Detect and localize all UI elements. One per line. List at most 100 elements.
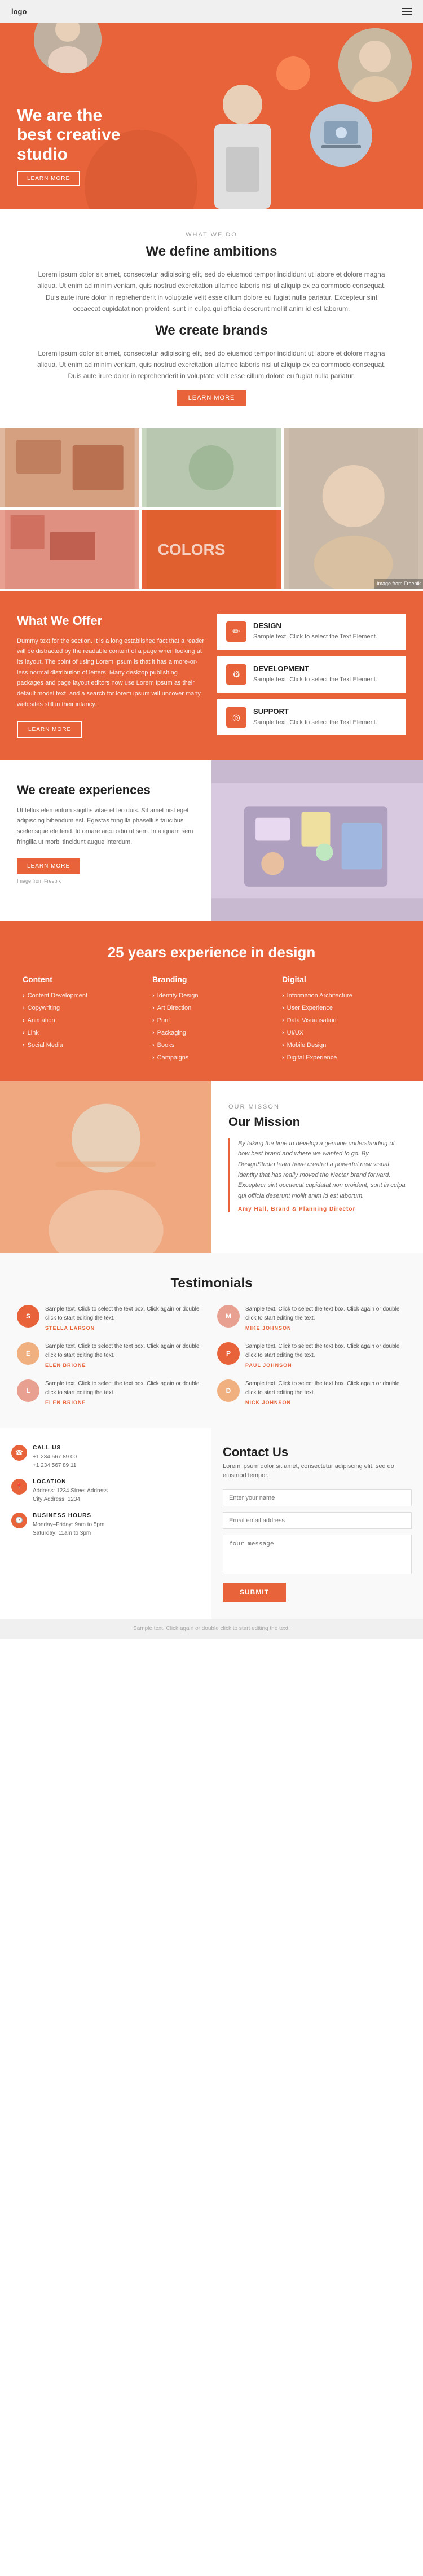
phone-icon: ☎	[11, 1445, 27, 1461]
mission-quote: By taking the time to develop a genuine …	[228, 1138, 406, 1212]
offer-card-design: ✏ DESIGN Sample text. Click to select th…	[217, 614, 406, 650]
content-item-1: Content Development	[23, 989, 141, 1002]
testimonial-item-1: S Sample text. Click to select the text …	[17, 1305, 206, 1331]
testimonial-item-3: E Sample text. Click to select the text …	[17, 1342, 206, 1368]
digital-item-1: Information Architecture	[282, 989, 400, 1002]
experience-title: We create experiences	[17, 783, 195, 798]
mission-quote-text: By taking the time to develop a genuine …	[238, 1138, 406, 1202]
what-we-do-section: WHAT WE DO We define ambitions Lorem ips…	[0, 209, 423, 428]
testimonial-content-3: Sample text. Click to select the text bo…	[45, 1342, 206, 1368]
testimonial-text-3: Sample text. Click to select the text bo…	[45, 1342, 206, 1360]
experience-learn-more-button[interactable]: LEARN MORE	[17, 858, 80, 874]
gallery-caption: Image from Freepik	[374, 579, 423, 589]
call-us-text: +1 234 567 89 00+1 234 567 89 11	[33, 1453, 77, 1470]
mission-quote-author: Amy Hall, Brand & Planning Director	[238, 1206, 406, 1212]
development-icon: ⚙	[226, 664, 246, 685]
years-content-col: Content Content Development Copywriting …	[23, 975, 141, 1064]
location-title: LOCATION	[33, 1479, 108, 1485]
digital-item-2: User Experience	[282, 1002, 400, 1014]
mission-content: Our Misson Our Mission By taking the tim…	[211, 1081, 423, 1253]
what-we-do-label: WHAT WE DO	[34, 231, 389, 238]
mission-label: Our Misson	[228, 1103, 406, 1110]
offer-card-support-content: SUPPORT Sample text. Click to select the…	[253, 707, 377, 728]
testimonial-name-4: PAUL JOHNSON	[245, 1363, 406, 1368]
support-text: Sample text. Click to select the Text El…	[253, 718, 377, 728]
testimonial-text-6: Sample text. Click to select the text bo…	[245, 1379, 406, 1397]
years-grid: Content Content Development Copywriting …	[23, 975, 400, 1064]
branding-item-5: Books	[152, 1039, 271, 1052]
contact-hours-content: BUSINESS HOURS Monday–Friday: 9am to 5pm…	[33, 1513, 104, 1537]
menu-icon[interactable]	[402, 8, 412, 15]
branding-item-2: Art Direction	[152, 1002, 271, 1014]
testimonial-name-5: ELEN BRIONE	[45, 1400, 206, 1405]
create-brands-text: Lorem ipsum dolor sit amet, consectetur …	[34, 348, 389, 382]
hours-text: Monday–Friday: 9am to 5pmSaturday: 11am …	[33, 1521, 104, 1537]
gallery-item-3: Image from Freepik	[284, 428, 423, 589]
content-item-4: Link	[23, 1027, 141, 1039]
testimonial-avatar-5: L	[17, 1379, 39, 1402]
support-title: SUPPORT	[253, 707, 377, 716]
design-title: DESIGN	[253, 621, 377, 630]
hero-person-3	[310, 104, 372, 167]
testimonial-item-5: L Sample text. Click to select the text …	[17, 1379, 206, 1405]
testimonial-content-1: Sample text. Click to select the text bo…	[45, 1305, 206, 1331]
experience-caption: Image from Freepik	[17, 878, 195, 884]
gallery-item-2	[142, 428, 281, 507]
hours-title: BUSINESS HOURS	[33, 1513, 104, 1519]
testimonials-grid: S Sample text. Click to select the text …	[17, 1305, 406, 1405]
testimonial-content-2: Sample text. Click to select the text bo…	[245, 1305, 406, 1331]
footer-note: Sample text. Click again or double click…	[0, 1619, 423, 1639]
contact-message-input[interactable]	[223, 1535, 412, 1574]
contact-submit-button[interactable]: SUBMIT	[223, 1583, 286, 1602]
years-digital-col: Digital Information Architecture User Ex…	[282, 975, 400, 1064]
testimonial-avatar-3: E	[17, 1342, 39, 1365]
offer-text: Dummy text for the section. It is a long…	[17, 636, 206, 710]
years-branding-col: Branding Identity Design Art Direction P…	[152, 975, 271, 1064]
offer-cards: ✏ DESIGN Sample text. Click to select th…	[217, 614, 406, 738]
testimonial-content-5: Sample text. Click to select the text bo…	[45, 1379, 206, 1405]
contact-form-title: Contact Us	[223, 1445, 412, 1460]
contact-email-input[interactable]	[223, 1512, 412, 1529]
offer-title: What We Offer	[17, 614, 206, 628]
offer-learn-more-button[interactable]: LEARN MORE	[17, 721, 82, 738]
branding-item-6: Campaigns	[152, 1052, 271, 1064]
contact-location-item: 📍 LOCATION Address: 1234 Street AddressC…	[11, 1479, 200, 1504]
testimonial-text-1: Sample text. Click to select the text bo…	[45, 1305, 206, 1323]
hero-person-1	[34, 23, 102, 73]
testimonials-title: Testimonials	[17, 1276, 406, 1291]
testimonial-item-4: P Sample text. Click to select the text …	[217, 1342, 406, 1368]
experience-image	[211, 760, 423, 921]
design-icon: ✏	[226, 621, 246, 642]
testimonial-name-2: MIKE JOHNSON	[245, 1325, 406, 1331]
content-item-3: Animation	[23, 1014, 141, 1027]
branding-item-4: Packaging	[152, 1027, 271, 1039]
contact-section: ☎ CALL US +1 234 567 89 00+1 234 567 89 …	[0, 1428, 423, 1619]
offer-card-dev-content: DEVELOPMENT Sample text. Click to select…	[253, 664, 377, 685]
what-we-do-learn-more-button[interactable]: LEARN MORE	[177, 390, 246, 406]
contact-info: ☎ CALL US +1 234 567 89 00+1 234 567 89 …	[0, 1428, 211, 1619]
content-list: Content Development Copywriting Animatio…	[23, 989, 141, 1052]
hero-section: We are the best creative studio LEARN MO…	[0, 23, 423, 209]
gallery-item-4	[0, 510, 139, 589]
content-col-title: Content	[23, 975, 141, 984]
testimonial-name-6: NICK JOHNSON	[245, 1400, 406, 1405]
location-text: Address: 1234 Street AddressCity Address…	[33, 1487, 108, 1504]
testimonial-text-2: Sample text. Click to select the text bo…	[245, 1305, 406, 1323]
header: logo	[0, 0, 423, 23]
offer-left: What We Offer Dummy text for the section…	[17, 614, 206, 738]
hero-learn-more-button[interactable]: LEARN MORE	[17, 171, 80, 186]
testimonials-section: Testimonials S Sample text. Click to sel…	[0, 1253, 423, 1428]
content-item-2: Copywriting	[23, 1002, 141, 1014]
testimonial-name-1: STELLA LARSON	[45, 1325, 206, 1331]
testimonial-avatar-4: P	[217, 1342, 240, 1365]
contact-name-input[interactable]	[223, 1489, 412, 1506]
branding-item-1: Identity Design	[152, 989, 271, 1002]
mission-section: Our Misson Our Mission By taking the tim…	[0, 1081, 423, 1253]
digital-col-title: Digital	[282, 975, 400, 984]
hero-title: We are the best creative studio	[17, 106, 141, 165]
testimonial-avatar-2: M	[217, 1305, 240, 1328]
support-icon: ◎	[226, 707, 246, 728]
define-ambitions-text: Lorem ipsum dolor sit amet, consectetur …	[34, 269, 389, 315]
offer-card-dev: ⚙ DEVELOPMENT Sample text. Click to sele…	[217, 656, 406, 693]
branding-col-title: Branding	[152, 975, 271, 984]
